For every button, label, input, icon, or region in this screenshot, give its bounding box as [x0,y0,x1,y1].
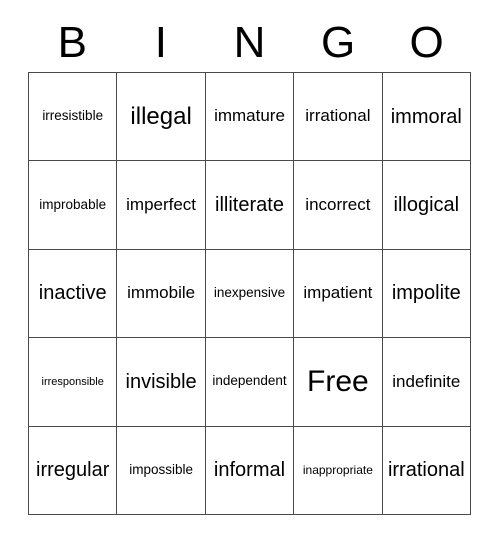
bingo-cell-r2c5[interactable]: illogical [382,161,471,250]
bingo-cell-r1c1[interactable]: irresistible [29,73,118,162]
bingo-cell-r1c2[interactable]: illegal [117,73,206,162]
bingo-cell-r2c1[interactable]: improbable [29,161,118,250]
bingo-cell-label: improbable [39,196,107,212]
bingo-cell-r3c5[interactable]: impolite [382,249,471,339]
bingo-card: B I N G O irresistible illegal immature … [0,0,500,544]
bingo-cell-label: impatient [303,283,373,303]
bingo-cell-r3c4[interactable]: impatient [294,249,383,339]
bingo-cell-r5c3[interactable]: informal [205,426,295,515]
bingo-grid: irresistible illegal immature irrational… [28,72,471,515]
bingo-cell-label: immobile [127,283,196,303]
bingo-header-letter-i: I [154,18,167,67]
bingo-header-letter-g: G [320,18,356,67]
bingo-cell-label: incorrect [305,194,371,214]
bingo-cell-r3c2[interactable]: immobile [117,249,206,339]
bingo-cell-r1c3[interactable]: immature [205,73,295,162]
bingo-cell-r3c1[interactable]: inactive [29,249,118,339]
bingo-cell-r4c2[interactable]: invisible [117,338,206,427]
bingo-cell-label: immoral [390,105,462,128]
bingo-cell-label: impolite [391,282,461,305]
bingo-header: B I N G O [28,14,471,72]
bingo-cell-free-space[interactable]: Free [294,338,383,427]
bingo-cell-label: illiterate [215,194,284,217]
bingo-cell-r2c3[interactable]: illiterate [205,161,295,250]
bingo-cell-r3c3[interactable]: inexpensive [205,249,295,339]
bingo-cell-label: impossible [129,461,193,477]
bingo-cell-r2c2[interactable]: imperfect [117,161,206,250]
bingo-cell-label: irrational [387,459,465,482]
bingo-cell-label: irresponsible [41,375,104,388]
bingo-header-letter-b: B [57,18,87,67]
bingo-cell-label: illegal [130,102,192,130]
bingo-cell-r5c2[interactable]: impossible [117,426,206,515]
bingo-cell-label: inappropriate [302,462,373,477]
bingo-cell-label: indefinite [392,371,461,391]
bingo-header-letter-n: N [233,18,266,67]
bingo-cell-r2c4[interactable]: incorrect [294,161,383,250]
bingo-cell-label: informal [213,459,286,482]
bingo-header-letter-o: O [409,18,444,67]
bingo-cell-label: immature [214,106,285,126]
bingo-cell-label: imperfect [126,194,197,214]
bingo-cell-label: invisible [125,370,197,393]
bingo-cell-r4c3[interactable]: independent [205,338,295,427]
bingo-cell-r5c4[interactable]: inappropriate [294,426,383,515]
bingo-cell-label: independent [212,373,287,389]
bingo-cell-r1c5[interactable]: immoral [382,73,471,162]
bingo-cell-r4c1[interactable]: irresponsible [29,338,118,427]
bingo-cell-label: illogical [393,194,460,217]
bingo-cell-label: irrational [305,106,371,126]
bingo-cell-r5c1[interactable]: irregular [29,426,118,515]
bingo-cell-label: inexpensive [213,285,286,301]
bingo-cell-r4c5[interactable]: indefinite [382,338,471,427]
bingo-cell-label: inactive [38,282,107,305]
bingo-cell-label: irresistible [42,108,104,124]
bingo-cell-r1c4[interactable]: irrational [294,73,383,162]
bingo-free-label: Free [307,365,369,399]
bingo-cell-label: irregular [36,459,110,482]
bingo-cell-r5c5[interactable]: irrational [382,426,471,515]
